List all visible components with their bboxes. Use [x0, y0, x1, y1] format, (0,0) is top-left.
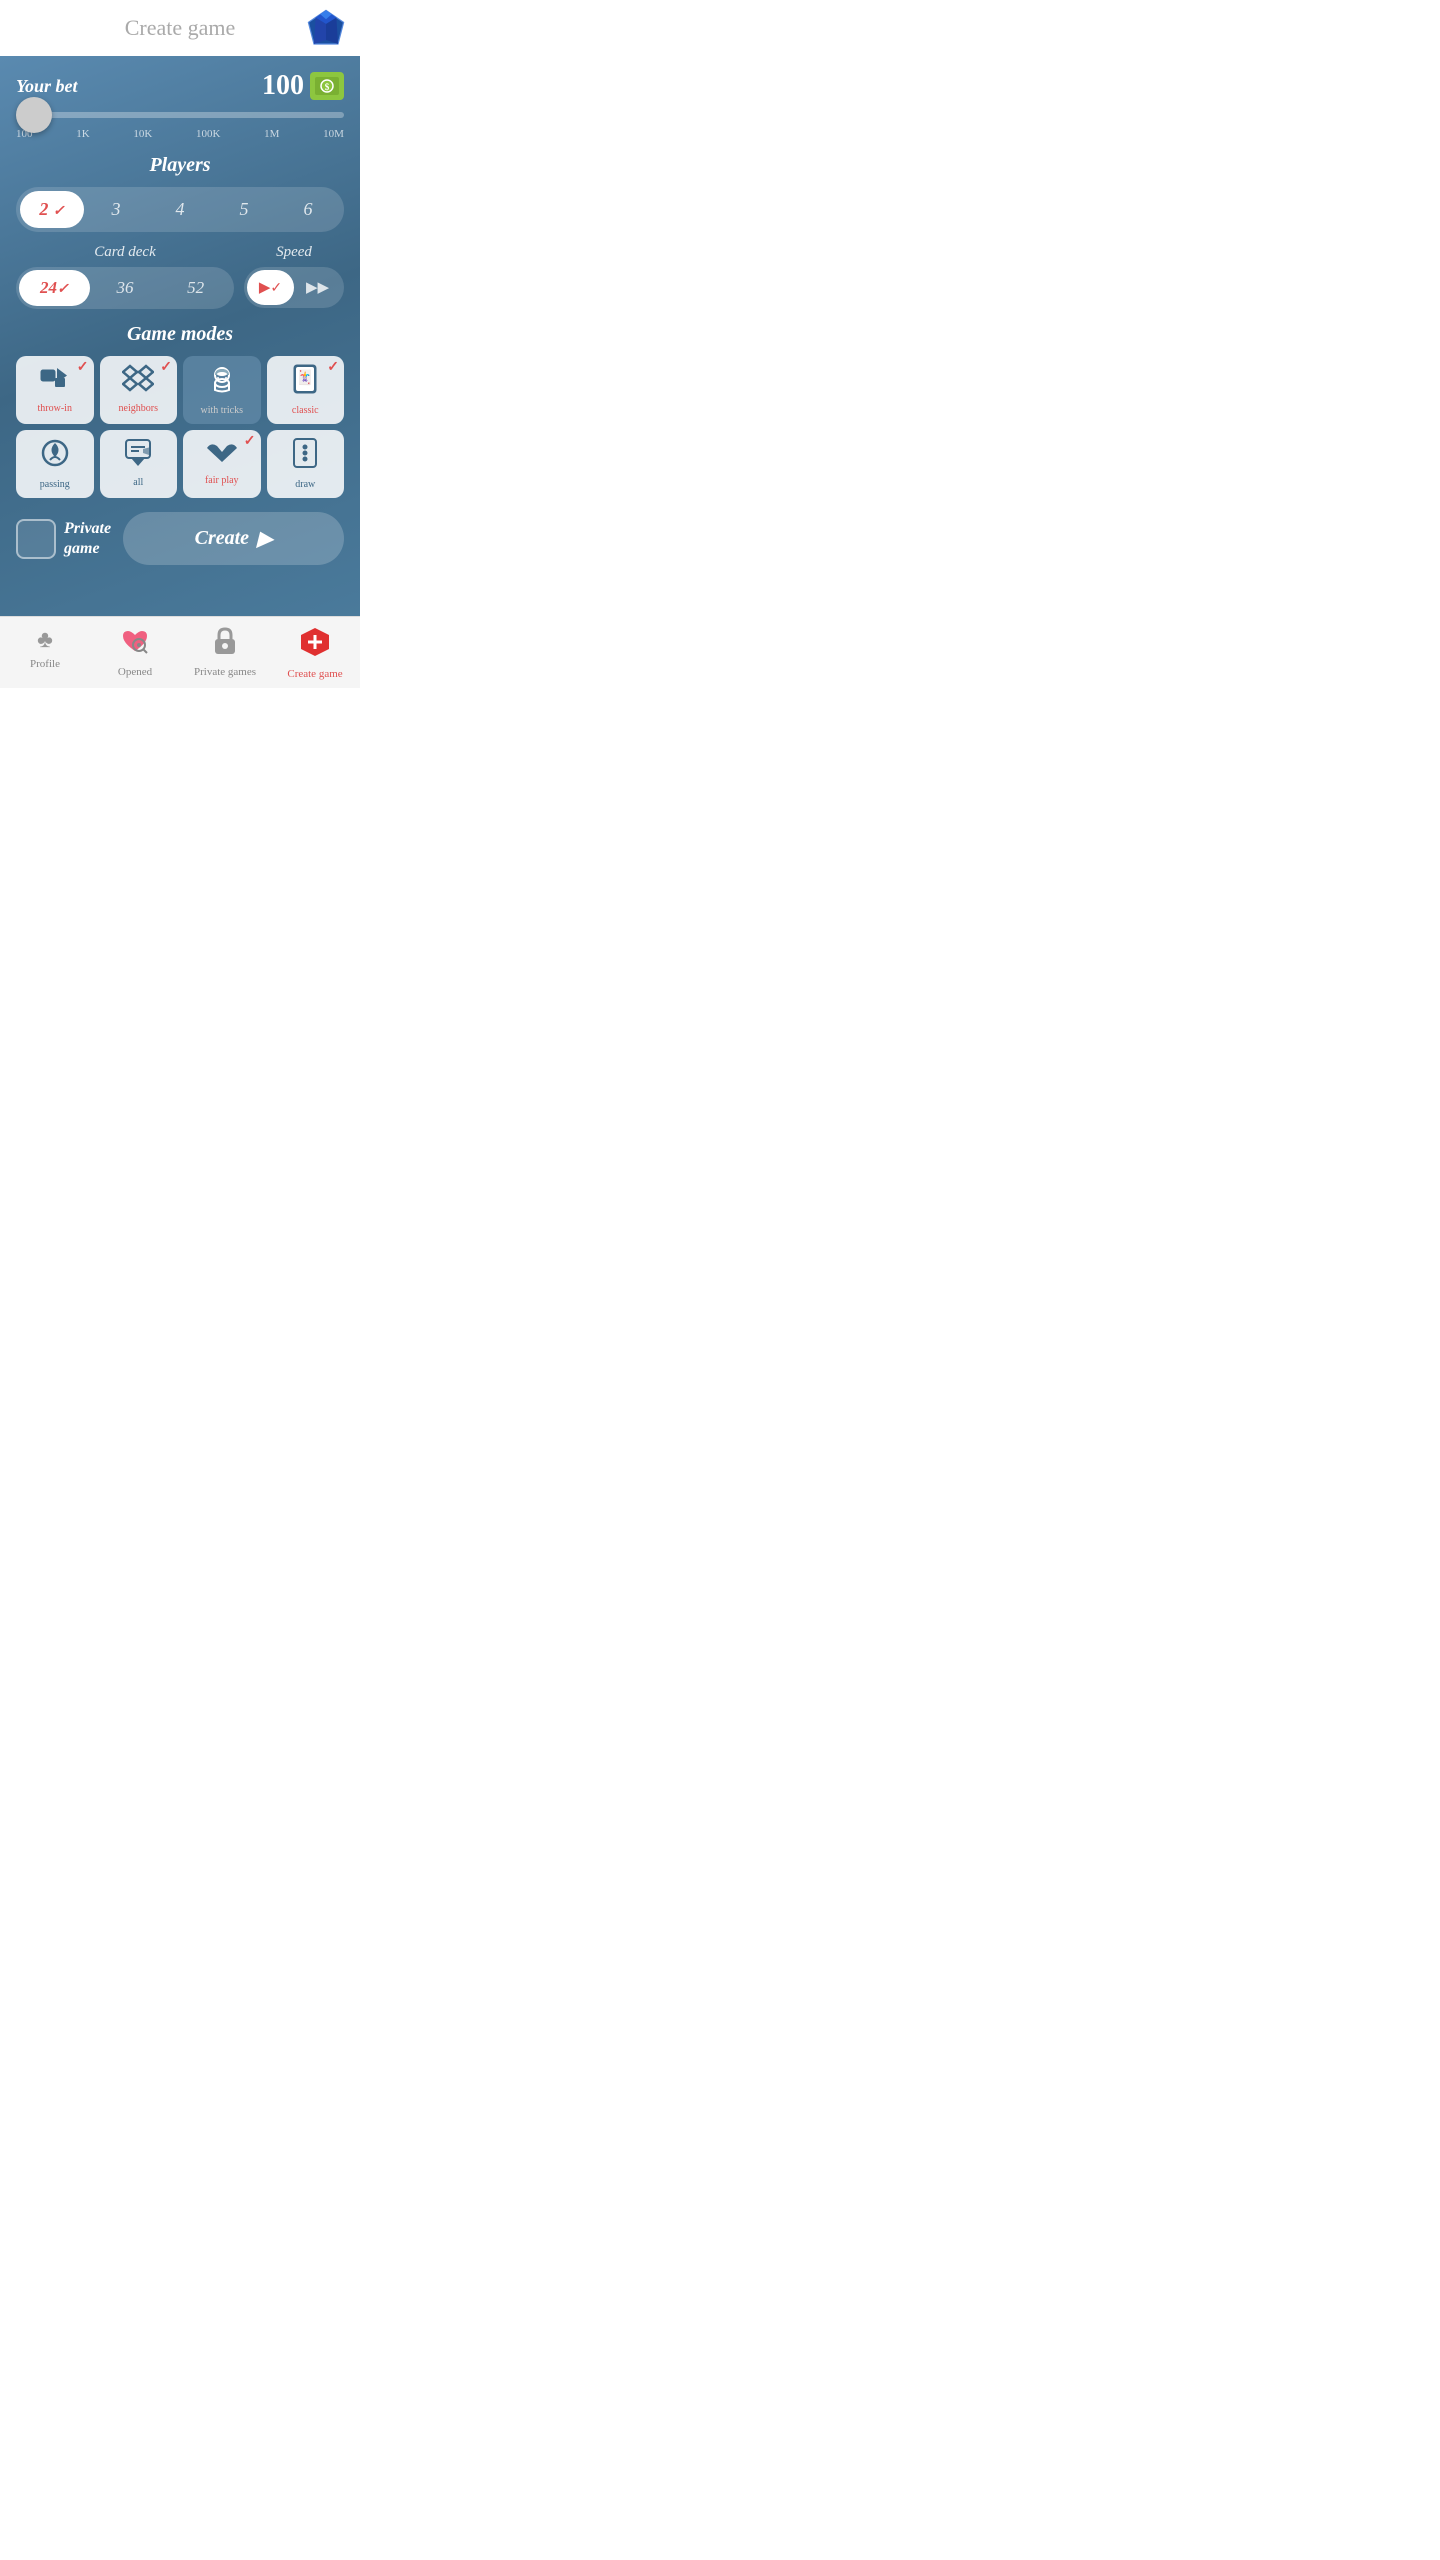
speed-option-fast[interactable]: ▶▶ [294, 270, 341, 305]
bet-value-row: 100 $ [262, 70, 344, 102]
mode-fair-play-check: ✓ [244, 433, 256, 450]
slider-thumb[interactable] [16, 97, 52, 133]
mode-neighbors-check: ✓ [160, 359, 172, 376]
svg-text:🃏: 🃏 [297, 369, 314, 386]
mode-neighbors[interactable]: ✓ neighbors [100, 356, 178, 424]
mode-classic[interactable]: ✓ 🃏 classic [267, 356, 345, 424]
all-icon [123, 438, 153, 473]
bottom-action-row: Private game Create ▶ [16, 512, 344, 565]
mode-classic-label: classic [292, 405, 319, 416]
private-game-section: Private game [16, 519, 111, 559]
neighbors-icon [122, 364, 154, 399]
svg-text:$: $ [325, 82, 330, 92]
speed-label: Speed [244, 244, 344, 261]
mode-throw-in[interactable]: ✓ throw-in [16, 356, 94, 424]
mode-throw-in-label: throw-in [38, 403, 72, 414]
page-title: Create game [125, 15, 236, 41]
speed-section: Speed ▶✓ ▶▶ [244, 244, 344, 308]
deck-option-36[interactable]: 36 [90, 270, 161, 306]
players-selector: 2 ✓ 3 4 5 6 [16, 187, 344, 232]
create-button-label: Create [195, 527, 249, 550]
nav-private-games[interactable]: Private games [180, 617, 270, 688]
mode-classic-check: ✓ [327, 359, 339, 376]
mode-draw-label: draw [295, 479, 315, 490]
player-option-4[interactable]: 4 [148, 191, 212, 228]
nav-profile-label: Profile [30, 658, 60, 670]
bottom-nav: ♣ Profile Opened Private games [0, 616, 360, 688]
mode-with-tricks-label: with tricks [201, 405, 244, 416]
mode-all-label: all [133, 477, 143, 488]
nav-create-game[interactable]: Create game [270, 617, 360, 688]
fair-play-icon [205, 438, 239, 471]
deck-option-24[interactable]: 24✓ [19, 270, 90, 306]
mode-passing-label: passing [40, 479, 70, 490]
player-option-2[interactable]: 2 ✓ [20, 191, 84, 228]
private-game-checkbox[interactable] [16, 519, 56, 559]
opened-icon [121, 627, 149, 662]
deck-option-52[interactable]: 52 [160, 270, 231, 306]
nav-private-games-label: Private games [194, 666, 256, 678]
private-games-icon [212, 627, 238, 662]
deck-section: Card deck 24✓ 36 52 [16, 244, 234, 309]
slider-track [16, 112, 344, 118]
mode-draw[interactable]: draw [267, 430, 345, 498]
mode-with-tricks[interactable]: with tricks [183, 356, 261, 424]
main-content: Your bet 100 $ 100 1K 10K 100K 1M 10M [0, 56, 360, 616]
deck-speed-row: Card deck 24✓ 36 52 Speed ▶✓ ▶▶ [16, 244, 344, 309]
deck-selector: 24✓ 36 52 [16, 267, 234, 309]
header: Create game [0, 0, 360, 56]
game-modes-title: Game modes [16, 323, 344, 346]
nav-opened-label: Opened [118, 666, 152, 678]
classic-icon: 🃏 [293, 364, 317, 401]
mode-all[interactable]: all [100, 430, 178, 498]
throw-in-icon [39, 364, 71, 399]
speed-option-normal[interactable]: ▶✓ [247, 270, 294, 305]
money-icon: $ [310, 72, 344, 100]
bet-label: Your bet [16, 76, 78, 97]
create-game-icon [300, 627, 330, 664]
game-modes-grid: ✓ throw-in ✓ neighb [16, 356, 344, 498]
mode-throw-in-check: ✓ [77, 359, 89, 376]
mode-neighbors-label: neighbors [119, 403, 158, 414]
player-option-5[interactable]: 5 [212, 191, 276, 228]
nav-profile[interactable]: ♣ Profile [0, 617, 90, 688]
player-option-3[interactable]: 3 [84, 191, 148, 228]
create-button[interactable]: Create ▶ [123, 512, 344, 565]
private-game-label: Private game [64, 519, 111, 557]
bet-row: Your bet 100 $ [16, 70, 344, 102]
create-button-icon: ▶ [257, 526, 272, 551]
slider-labels: 100 1K 10K 100K 1M 10M [16, 128, 344, 140]
bet-slider[interactable]: 100 1K 10K 100K 1M 10M [16, 112, 344, 140]
profile-icon: ♣ [37, 627, 53, 654]
mode-fair-play-label: fair play [205, 475, 239, 486]
passing-icon [40, 438, 70, 475]
nav-opened[interactable]: Opened [90, 617, 180, 688]
nav-create-game-label: Create game [287, 668, 342, 680]
player-option-6[interactable]: 6 [276, 191, 340, 228]
with-tricks-icon [207, 364, 237, 401]
players-section-title: Players [16, 154, 344, 177]
speed-selector: ▶✓ ▶▶ [244, 267, 344, 308]
deck-label: Card deck [16, 244, 234, 261]
draw-icon [293, 438, 317, 475]
gem-icon [306, 8, 346, 48]
bet-value: 100 [262, 70, 304, 102]
mode-passing[interactable]: passing [16, 430, 94, 498]
mode-fair-play[interactable]: ✓ fair play [183, 430, 261, 498]
